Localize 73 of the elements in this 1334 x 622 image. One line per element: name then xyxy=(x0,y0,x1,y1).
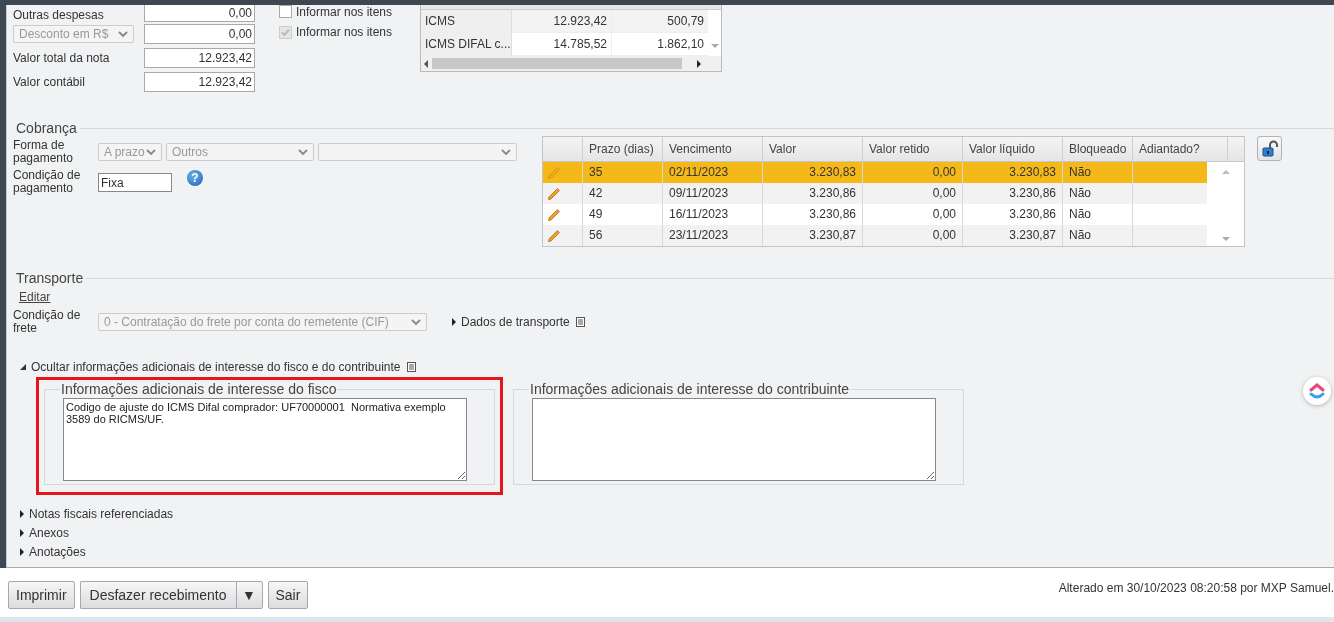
pencil-icon xyxy=(547,228,561,243)
table-row[interactable]: 56 23/11/2023 3.230,87 0,00 3.230,87 Não xyxy=(543,225,1207,246)
lock-button[interactable] xyxy=(1257,136,1282,161)
horizontal-scrollbar[interactable] xyxy=(421,56,721,71)
section-title: Cobrança xyxy=(16,120,78,136)
chevron-icon xyxy=(298,148,308,156)
expand-icon[interactable] xyxy=(20,528,24,537)
text-area[interactable]: Codigo de ajuste do ICMS Difal comprador: UF70000001 Normativa exemplo 3589 do RICMS/UF. xyxy=(63,398,467,481)
expand-icon[interactable] xyxy=(452,318,456,326)
table-cell: Não xyxy=(1063,225,1133,246)
value-field[interactable]: 12.923,42 xyxy=(144,48,255,68)
chevron-icon xyxy=(411,318,421,326)
checkbox[interactable] xyxy=(279,5,292,18)
toggle-link[interactable]: Ocultar informações adicionais de interesse do fisco e do contribuinte xyxy=(31,360,401,374)
table-row[interactable]: 35 02/11/2023 3.230,83 0,00 3.230,83 Não xyxy=(543,162,1207,183)
menu-button[interactable]: ▼ xyxy=(235,581,263,609)
table-cell: 56 xyxy=(583,225,663,246)
text-field[interactable]: Fixa xyxy=(98,172,172,192)
toggle-link[interactable]: Dados de transporte xyxy=(461,315,570,329)
table-cell: 3.230,87 xyxy=(763,225,863,246)
expand-icon[interactable] xyxy=(20,509,24,518)
field-label: Condição de pagamento xyxy=(13,169,82,195)
field-label: Valor total da nota xyxy=(13,51,111,65)
pencil-icon xyxy=(547,165,561,180)
field-label: Condição de frete xyxy=(13,309,82,335)
button[interactable]: Imprimir xyxy=(8,581,75,609)
table-cell: 14.785,52 xyxy=(512,33,612,55)
pencil-icon xyxy=(547,186,561,201)
toggle-link[interactable]: Anotações xyxy=(29,544,86,559)
column-header[interactable]: Prazo (dias) xyxy=(583,137,663,161)
chevron-icon xyxy=(501,148,511,156)
status-text: Alterado em 30/10/2023 08:20:58 por MXP Samuel. xyxy=(1058,581,1334,595)
split-button[interactable]: Desfazer recebimento xyxy=(79,581,236,609)
expand-icon[interactable] xyxy=(20,547,24,556)
value-field[interactable]: 0,00 xyxy=(144,24,255,44)
table-cell: 12.923,42 xyxy=(512,10,612,32)
table-cell: 23/11/2023 xyxy=(663,225,763,246)
value-field[interactable]: 12.923,42 xyxy=(144,72,255,92)
chevron-icon xyxy=(118,30,128,38)
column-header[interactable]: Adiantado? xyxy=(1133,137,1228,161)
checkbox-label: Informar nos itens xyxy=(296,5,393,19)
field-label: Outras despesas xyxy=(13,8,105,22)
field-label: Forma de pagamento xyxy=(13,139,75,165)
table-cell: ICMS xyxy=(421,10,512,32)
table-cell: ICMS DIFAL c... xyxy=(421,33,512,55)
table-cell-text: 500,79 xyxy=(666,13,705,30)
column-header[interactable]: Valor xyxy=(763,137,863,161)
table-cell-text: 1.862,10 xyxy=(656,36,705,53)
collapse-icon[interactable] xyxy=(20,364,26,370)
value-field[interactable]: 0,00 xyxy=(144,5,255,22)
column-header[interactable]: Vencimento xyxy=(663,137,763,161)
section-title: Transporte xyxy=(16,270,85,286)
table-cell: 3.230,87 xyxy=(963,225,1063,246)
document-icon xyxy=(406,362,416,372)
pencil-icon xyxy=(547,207,561,222)
column-header[interactable]: Bloqueado xyxy=(1063,137,1133,161)
table-cell: 0,00 xyxy=(863,225,963,246)
toggle-link[interactable]: Anexos xyxy=(29,525,70,540)
panel-title: Informações adicionais de interesse do fisco xyxy=(60,381,338,397)
checkbox[interactable] xyxy=(279,25,292,39)
column-header[interactable]: Valor líquido xyxy=(963,137,1063,161)
text-area[interactable] xyxy=(532,398,936,481)
scroll-down-icon[interactable] xyxy=(710,44,719,48)
column-header[interactable]: Valor retido xyxy=(863,137,963,161)
panel-title: Informações adicionais de interesse do contribuinte xyxy=(529,381,851,397)
document-icon xyxy=(575,317,585,327)
toggle-link[interactable]: Notas fiscais referenciadas xyxy=(29,506,174,521)
field-label: Valor contábil xyxy=(13,75,86,89)
table-row[interactable]: 42 09/11/2023 3.230,86 0,00 3.230,86 Não xyxy=(543,183,1207,204)
chevron-icon xyxy=(146,148,156,156)
button[interactable]: Sair xyxy=(267,581,309,609)
checkbox-label: Informar nos itens xyxy=(296,25,393,39)
edit-link[interactable]: Editar xyxy=(19,290,51,304)
